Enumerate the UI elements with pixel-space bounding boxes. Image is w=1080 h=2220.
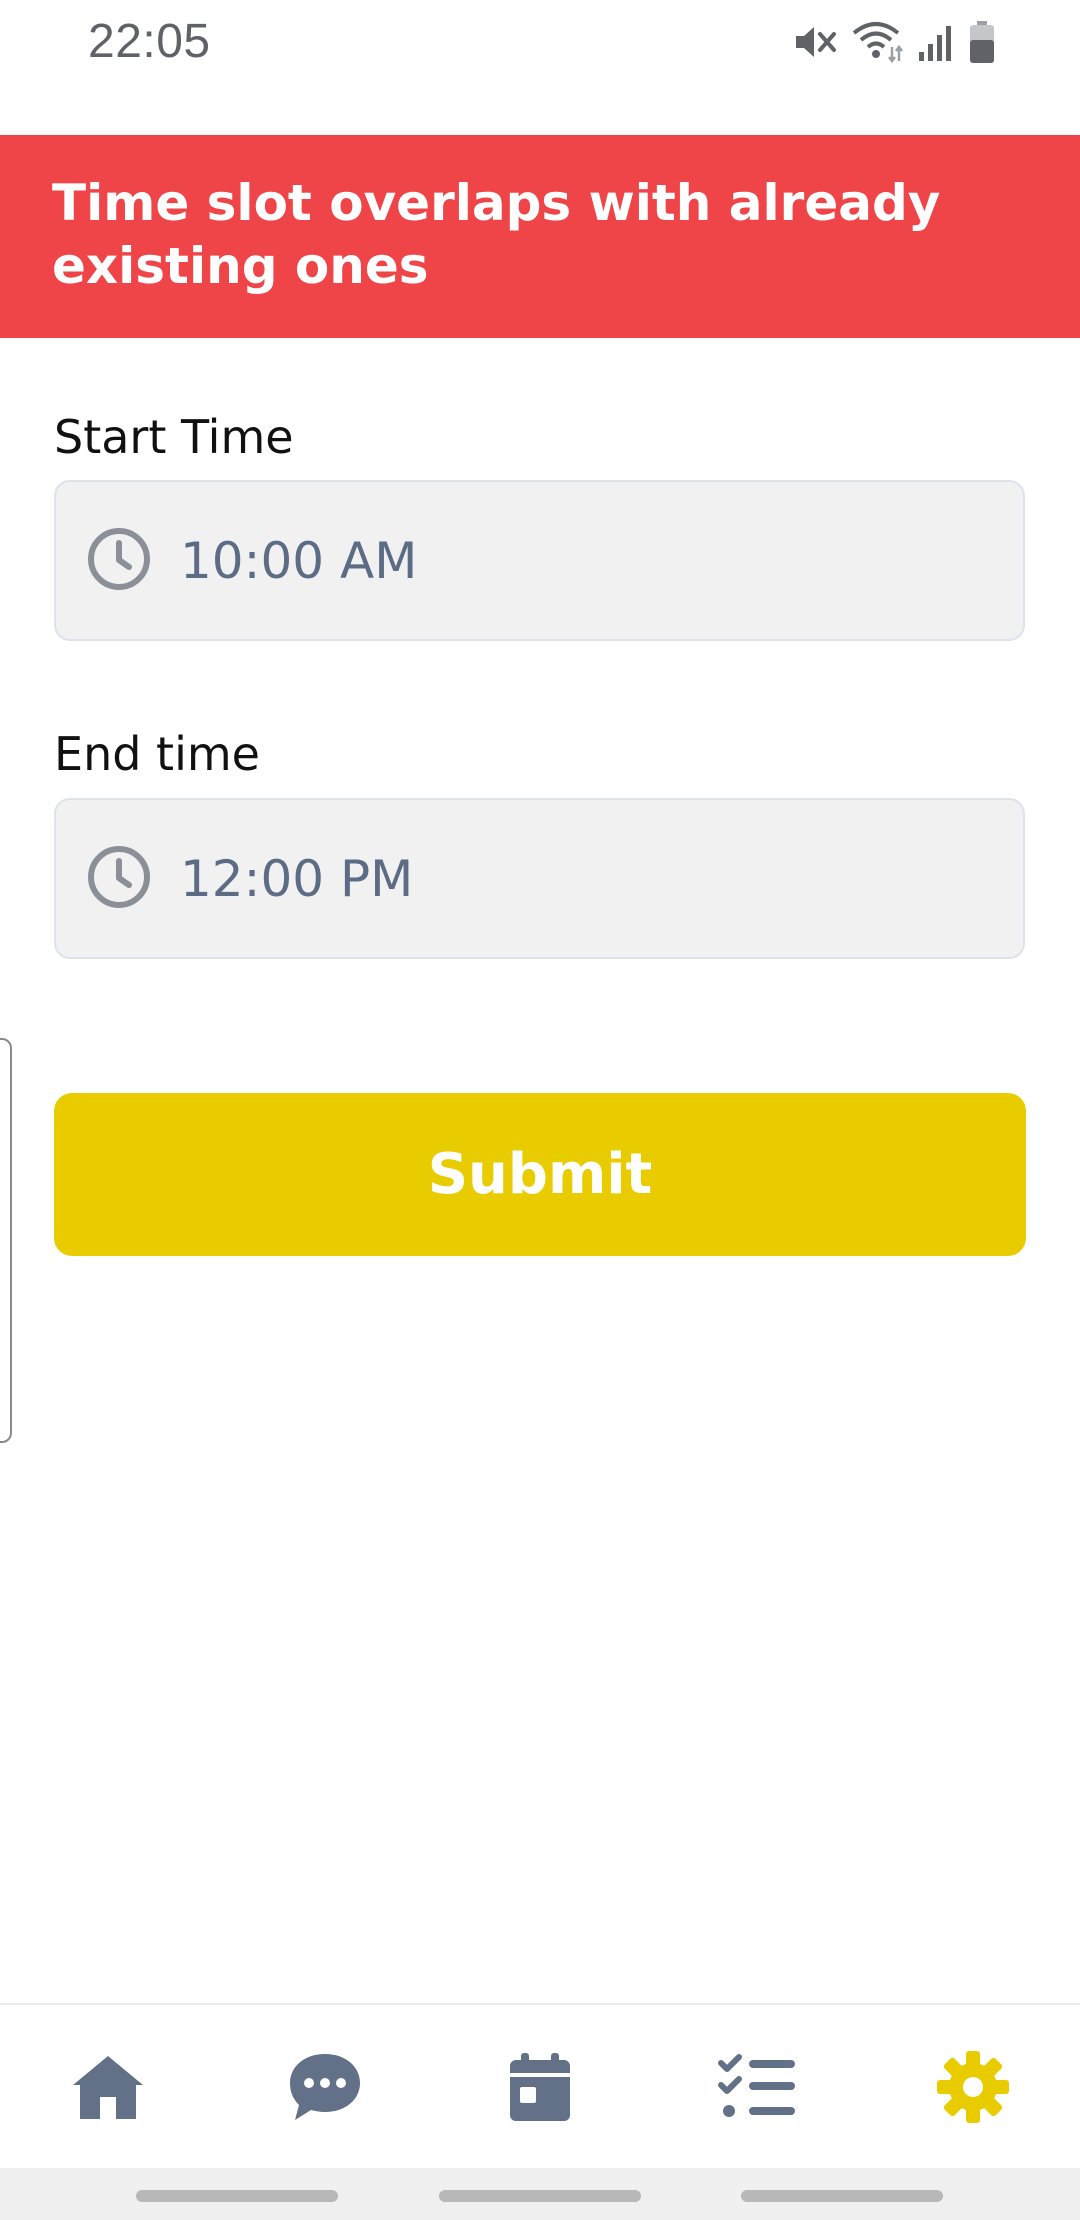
- start-time-input[interactable]: 10:00 AM: [54, 480, 1025, 641]
- status-icons: [794, 18, 996, 66]
- nav-chat[interactable]: [250, 2005, 400, 2168]
- clock-icon: [86, 526, 152, 596]
- wifi-icon: [852, 21, 904, 63]
- nav-settings[interactable]: [898, 2005, 1048, 2168]
- status-bar: 22:05: [0, 0, 1080, 85]
- system-back-pill[interactable]: [741, 2190, 943, 2202]
- home-icon: [70, 2053, 146, 2121]
- nav-home[interactable]: [33, 2005, 183, 2168]
- end-time-input[interactable]: 12:00 PM: [54, 798, 1025, 959]
- start-time-label: Start Time: [54, 410, 294, 464]
- checklist-icon: [717, 2053, 797, 2121]
- gear-icon: [935, 2049, 1011, 2125]
- clock-icon: [86, 844, 152, 914]
- mute-icon: [794, 22, 838, 62]
- status-time: 22:05: [88, 15, 211, 68]
- battery-icon: [968, 20, 996, 64]
- calendar-icon: [507, 2051, 573, 2123]
- chat-icon: [287, 2051, 363, 2123]
- system-home-pill[interactable]: [439, 2190, 641, 2202]
- error-message: Time slot overlaps with already existing…: [52, 174, 941, 295]
- nav-calendar[interactable]: [465, 2005, 615, 2168]
- system-recents-pill[interactable]: [136, 2190, 338, 2202]
- nav-tasks[interactable]: [682, 2005, 832, 2168]
- error-banner: Time slot overlaps with already existing…: [0, 135, 1080, 338]
- submit-button[interactable]: Submit: [54, 1093, 1026, 1256]
- end-time-value: 12:00 PM: [180, 849, 414, 908]
- edge-panel-handle[interactable]: [0, 1038, 12, 1443]
- end-time-label: End time: [54, 727, 260, 781]
- system-navigation-bar: [0, 2168, 1080, 2220]
- start-time-value: 10:00 AM: [180, 531, 418, 590]
- signal-icon: [918, 22, 954, 62]
- bottom-nav: [0, 2003, 1080, 2168]
